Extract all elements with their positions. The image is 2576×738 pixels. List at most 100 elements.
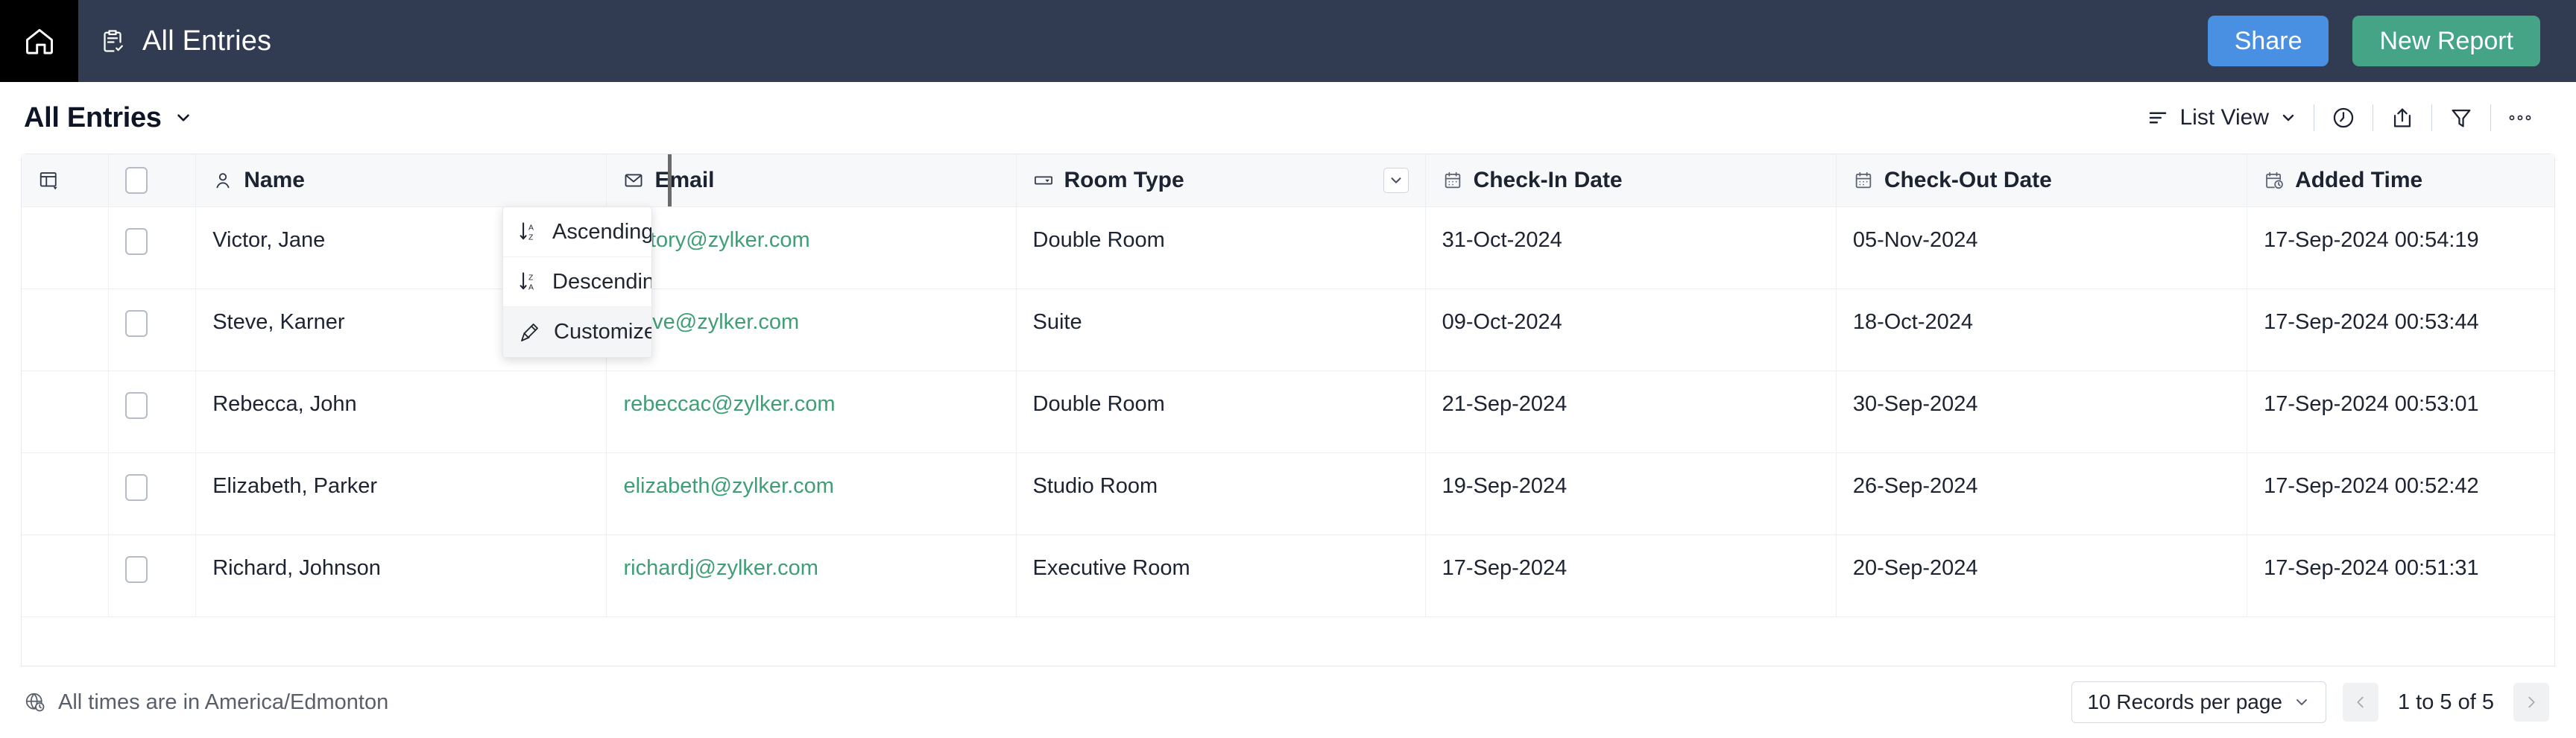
page-title: All Entries [24, 101, 162, 133]
chevron-down-icon [174, 108, 193, 127]
next-page-button[interactable] [2513, 683, 2549, 722]
records-per-page-select[interactable]: 10 Records per page [2071, 681, 2326, 723]
cell-check-in: 17-Sep-2024 [1425, 534, 1837, 617]
row-checkbox[interactable] [125, 309, 148, 337]
chevron-right-icon [2523, 694, 2539, 710]
column-settings-icon[interactable] [38, 169, 60, 192]
column-header-room-type[interactable]: Room Type [1016, 154, 1426, 207]
column-label: Check-Out Date [1884, 167, 2052, 192]
row-select-cell[interactable] [108, 206, 197, 289]
table-row[interactable]: Rebecca, John rebeccac@zylker.com Double… [22, 370, 2554, 453]
table-header-row: Name Email Room Type Check-In Date Check… [22, 154, 2554, 207]
cell-room-type: Executive Room [1016, 534, 1426, 617]
table-row[interactable]: Victor, Jane victory@zylker.com Double R… [22, 206, 2554, 289]
menu-item-label: Customize [554, 320, 652, 344]
row-checkbox[interactable] [125, 473, 148, 501]
column-header-check-in[interactable]: Check-In Date [1425, 154, 1837, 207]
select-all-checkbox[interactable] [125, 166, 148, 194]
cell-check-out: 18-Oct-2024 [1836, 288, 2248, 371]
cell-added-time: 17-Sep-2024 00:54:19 [2247, 206, 2554, 289]
toolbar-actions: List View [2130, 104, 2549, 131]
share-button[interactable]: Share [2207, 16, 2329, 66]
clipboard-check-icon [99, 28, 126, 54]
row-handle [22, 288, 110, 371]
more-options-button[interactable] [2491, 113, 2549, 122]
column-header-name[interactable]: Name [195, 154, 607, 207]
row-handle [22, 206, 110, 289]
cell-email[interactable]: victory@zylker.com [606, 206, 1017, 289]
view-toolbar: All Entries List View [0, 82, 2576, 154]
cell-name: Rebecca, John [195, 370, 607, 453]
previous-page-button[interactable] [2343, 683, 2378, 722]
row-select-cell[interactable] [108, 370, 197, 453]
timezone-note: All times are in America/Edmonton [24, 690, 388, 715]
row-handle [22, 370, 110, 453]
column-header-check-out[interactable]: Check-Out Date [1836, 154, 2248, 207]
menu-item-label: Descending [552, 269, 651, 294]
menu-item-customize[interactable]: Customize [503, 307, 651, 357]
cell-check-out: 20-Sep-2024 [1836, 534, 2248, 617]
records-per-page-label: 10 Records per page [2087, 690, 2282, 713]
export-share-icon [2390, 105, 2415, 130]
row-checkbox[interactable] [125, 555, 148, 583]
globe-clock-icon [24, 691, 46, 713]
row-handle [22, 534, 110, 617]
app-title: All Entries [142, 25, 272, 57]
filter-button[interactable] [2432, 105, 2490, 130]
table-row[interactable]: Richard, Johnson richardj@zylker.com Exe… [22, 534, 2554, 617]
email-link[interactable]: richardj@zylker.com [623, 556, 818, 580]
cell-check-in: 21-Sep-2024 [1425, 370, 1837, 453]
cell-room-type: Double Room [1016, 370, 1426, 453]
svg-text:Z: Z [528, 274, 534, 283]
row-select-cell[interactable] [108, 534, 197, 617]
table-row[interactable]: Elizabeth, Parker elizabeth@zylker.com S… [22, 452, 2554, 535]
svg-text:A: A [528, 224, 534, 233]
menu-item-ascending[interactable]: A Z Ascending [503, 207, 651, 257]
home-button[interactable] [0, 0, 78, 82]
cell-room-type: Studio Room [1016, 452, 1426, 535]
export-button[interactable] [2373, 105, 2431, 130]
list-view-selector[interactable]: List View [2130, 105, 2314, 130]
cell-check-in: 09-Oct-2024 [1425, 288, 1837, 371]
table-row[interactable]: Steve, Karner steve@zylker.com Suite 09-… [22, 288, 2554, 371]
recent-activity-button[interactable] [2314, 105, 2373, 130]
column-label: Check-In Date [1473, 167, 1623, 192]
email-link[interactable]: rebeccac@zylker.com [623, 392, 835, 416]
new-report-button[interactable]: New Report [2352, 16, 2540, 66]
row-checkbox[interactable] [125, 391, 148, 419]
svg-text:Z: Z [528, 233, 534, 242]
table-footer: All times are in America/Edmonton 10 Rec… [0, 666, 2576, 738]
row-select-cell[interactable] [108, 288, 197, 371]
home-icon [23, 25, 56, 57]
envelope-icon [623, 170, 644, 191]
chevron-down-icon [2293, 693, 2311, 711]
chevron-left-icon [2352, 694, 2369, 710]
column-label: Room Type [1064, 167, 1184, 192]
cell-email[interactable]: elizabeth@zylker.com [606, 452, 1017, 535]
list-view-label: List View [2179, 105, 2269, 130]
column-label: Name [244, 167, 305, 192]
cell-email[interactable]: rebeccac@zylker.com [606, 370, 1017, 453]
view-selector[interactable]: All Entries [24, 102, 193, 134]
list-view-icon [2147, 107, 2169, 129]
room-type-column-resize-handle[interactable] [668, 154, 672, 206]
row-select-cell[interactable] [108, 452, 197, 535]
chevron-down-icon [2279, 109, 2297, 127]
cell-added-time: 17-Sep-2024 00:53:01 [2247, 370, 2554, 453]
entries-table-container: Name Email Room Type Check-In Date Check… [21, 154, 2555, 666]
clock-icon [2331, 105, 2356, 130]
svg-text:A: A [528, 283, 534, 291]
calendar-icon [1442, 170, 1463, 191]
top-bar: All Entries Share New Report [0, 0, 2576, 82]
cell-email[interactable]: steve@zylker.com [606, 288, 1017, 371]
room-type-menu-toggle[interactable] [1383, 167, 1409, 193]
cell-room-type: Suite [1016, 288, 1426, 371]
cell-email[interactable]: richardj@zylker.com [606, 534, 1017, 617]
column-header-added-time[interactable]: Added Time [2247, 154, 2554, 207]
column-settings-header[interactable] [22, 154, 110, 207]
row-checkbox[interactable] [125, 227, 148, 255]
menu-item-descending[interactable]: Z A Descending [503, 257, 651, 307]
email-link[interactable]: elizabeth@zylker.com [623, 474, 834, 498]
select-all-header[interactable] [108, 154, 197, 207]
app-title-group: All Entries [99, 25, 271, 57]
